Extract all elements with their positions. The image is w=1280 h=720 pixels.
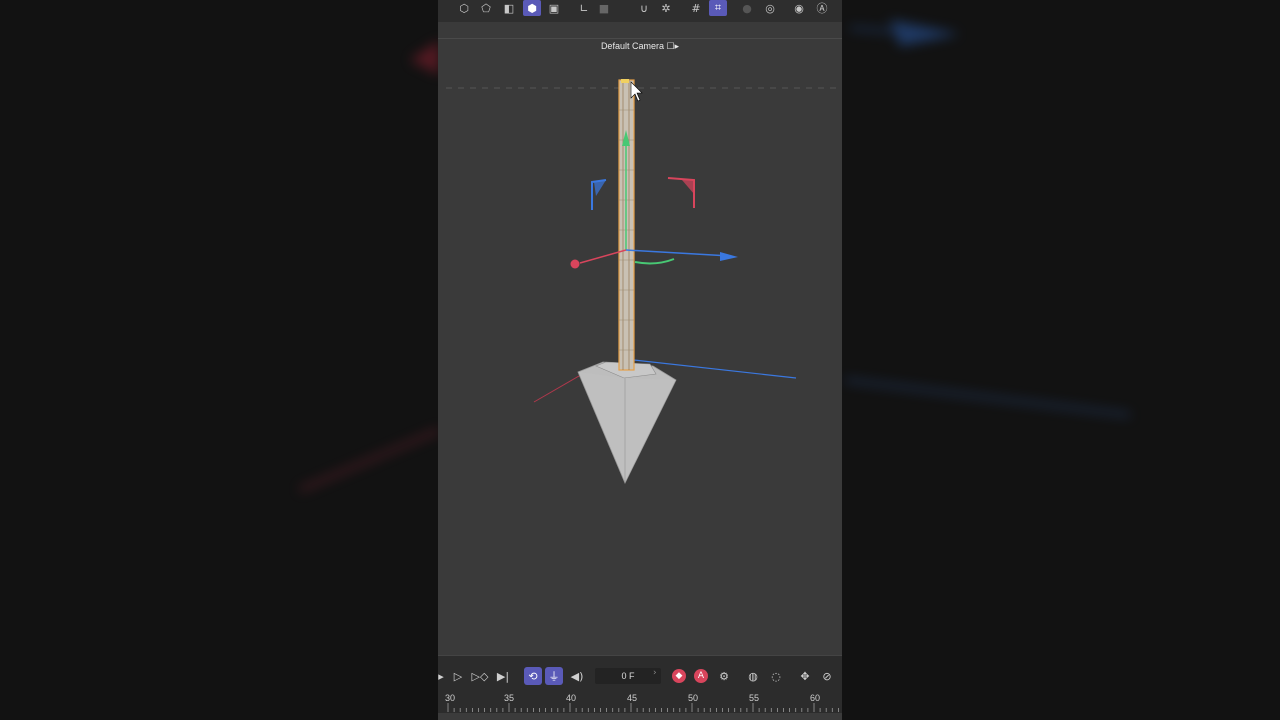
toolbar-divider (438, 38, 842, 39)
polygons-mode-icon[interactable]: ◧ (500, 0, 518, 16)
ruler-ticks (447, 703, 839, 712)
timeline-ruler[interactable]: 30 35 40 45 50 55 60 (438, 691, 842, 713)
texture-mode-icon[interactable]: ▣ (545, 0, 563, 16)
tick-label: 40 (566, 693, 577, 703)
tick-label: 35 (504, 693, 515, 703)
autokey-icon[interactable]: ⏚ (545, 667, 563, 685)
motion-clip-icon[interactable]: ◍ (744, 667, 762, 685)
edges-mode-icon[interactable]: ⬠ (477, 0, 495, 16)
sound-icon[interactable]: ◀) (568, 667, 586, 685)
timeline-scrollbar[interactable] (438, 713, 842, 720)
play-icon[interactable]: ▷ (449, 667, 467, 685)
cone-mesh (577, 361, 677, 484)
tick-label: 30 (445, 693, 456, 703)
snap-settings-icon[interactable]: ✲ (657, 0, 675, 16)
tick-label: 50 (688, 693, 699, 703)
tick-label: 45 (627, 693, 638, 703)
ar-icon[interactable]: Ⓐ (813, 0, 831, 16)
z-axis-handle (720, 252, 738, 261)
points-mode-icon[interactable]: ⬡ (455, 0, 473, 16)
next-frame-arrow[interactable]: › (653, 668, 657, 678)
record-icon: ◆ (672, 669, 686, 683)
frame-input[interactable]: 0 F (595, 668, 661, 684)
keyframe-settings-icon[interactable]: ⚙ (715, 667, 733, 685)
render-view-icon[interactable]: ◎ (761, 0, 779, 16)
timeline-options-icon[interactable]: ◌ (767, 667, 785, 685)
x-axis-handle (570, 259, 580, 269)
top-toolbar: ⬡ ⬠ ◧ ⬢ ▣ ∟ ■ ∪ ✲ # ⌗ ● ◎ ◉ Ⓐ (438, 0, 842, 22)
autokey-record-button[interactable]: A (692, 667, 710, 685)
rotation-arc (634, 258, 675, 265)
goto-end-icon[interactable]: ▶| (494, 667, 512, 685)
orbit-icon[interactable]: ⊘ (818, 667, 836, 685)
axis-mode-icon[interactable]: ∟ (575, 0, 593, 16)
workplane-icon[interactable]: ⌗ (709, 0, 727, 16)
render-settings-icon[interactable]: ◉ (790, 0, 808, 16)
autokey-record-label: A (694, 669, 708, 683)
model-mode-icon[interactable]: ⬢ (523, 0, 541, 16)
transform-gizmo (570, 130, 738, 269)
tick-label: 60 (810, 693, 821, 703)
next-key-icon[interactable]: ▷◇ (471, 667, 489, 685)
3d-viewport[interactable] (438, 0, 842, 655)
navigate-icon[interactable]: ✥ (796, 667, 814, 685)
solo-icon[interactable]: ■ (595, 0, 613, 16)
timeline-panel: ▸ ▷ ▷◇ ▶| ⟲ ⏚ ◀) ‹ 0 F › ◆ A ⚙ ◍ ◌ ✥ ⊘ 3… (438, 655, 842, 720)
record-keyframe-button[interactable]: ◆ (670, 667, 688, 685)
tick-label: 55 (749, 693, 760, 703)
lock-icon[interactable]: ● (738, 0, 756, 16)
snap-icon[interactable]: ∪ (635, 0, 653, 16)
grid-icon[interactable]: # (687, 0, 705, 16)
viewport-panel[interactable]: ⬡ ⬠ ◧ ⬢ ▣ ∟ ■ ∪ ✲ # ⌗ ● ◎ ◉ Ⓐ Default Ca… (438, 0, 842, 720)
loop-icon[interactable]: ⟲ (524, 667, 542, 685)
camera-label[interactable]: Default Camera ☐▸ (438, 41, 842, 52)
